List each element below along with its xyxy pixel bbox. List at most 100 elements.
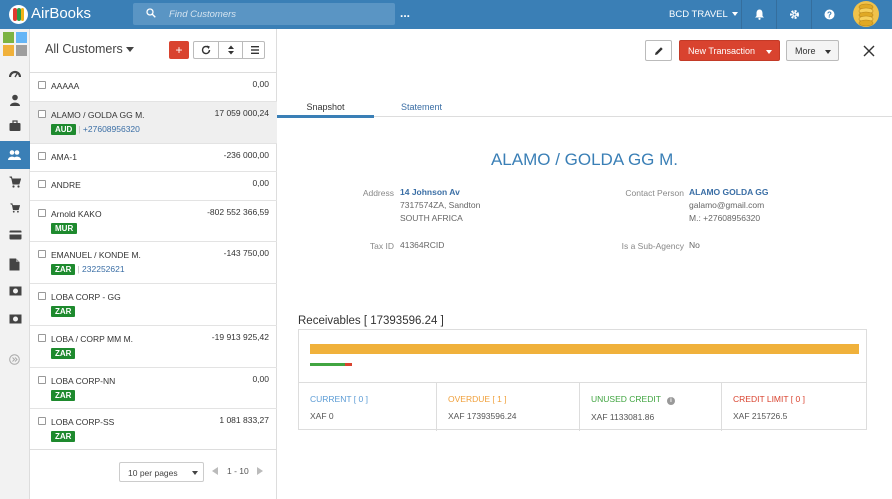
company-dropdown[interactable]: BCD TRAVEL xyxy=(669,9,738,20)
chevron-down-icon xyxy=(731,12,738,17)
search-icon xyxy=(146,8,156,18)
customer-name: LOBA CORP-NN xyxy=(51,376,116,386)
help-button[interactable]: ? xyxy=(811,0,845,29)
apps-grid-icon[interactable] xyxy=(3,32,27,56)
contact-email: galamo@gmail.com xyxy=(689,200,765,210)
app-logo[interactable] xyxy=(9,5,28,24)
refresh-button[interactable] xyxy=(194,42,218,58)
app-title[interactable]: AirBooks xyxy=(31,5,91,22)
chevron-down-icon xyxy=(192,471,198,475)
customers-icon xyxy=(8,150,21,160)
add-customer-button[interactable]: + xyxy=(169,41,189,59)
list-item[interactable]: LOBA / CORP MM M. -19 913 925,42 ZAR xyxy=(30,326,277,368)
customer-phone[interactable]: +27608956320 xyxy=(78,124,140,134)
customer-filter-dropdown[interactable]: All Customers xyxy=(45,42,134,56)
rail-briefcase[interactable] xyxy=(0,113,30,139)
top-bar: AirBooks ... BCD TRAVEL ? xyxy=(0,0,892,29)
row-checkbox[interactable] xyxy=(38,376,46,384)
search-options-button[interactable]: ... xyxy=(400,6,410,20)
new-transaction-button[interactable]: New Transaction xyxy=(679,40,780,61)
unused-credit-cell: UNUSED CREDIT i XAF 1133081.86 xyxy=(579,383,721,431)
list-tools xyxy=(193,41,265,59)
rail-customers[interactable] xyxy=(0,141,30,169)
current-cell: CURRENT [ 0 ] XAF 0 xyxy=(299,383,441,431)
row-checkbox[interactable] xyxy=(38,110,46,118)
list-item[interactable]: LOBA CORP-NN 0,00 ZAR xyxy=(30,368,277,409)
user-avatar-icon[interactable] xyxy=(849,0,884,29)
notifications-button[interactable] xyxy=(741,0,775,29)
dashboard-icon xyxy=(9,70,21,78)
tab-statement[interactable]: Statement xyxy=(401,102,442,112)
sort-button[interactable] xyxy=(218,42,242,58)
currency-badge: ZAR xyxy=(51,264,76,275)
list-item[interactable]: Arnold KAKO -802 552 366,59 MUR xyxy=(30,201,277,242)
currency-badge: ZAR xyxy=(51,431,76,442)
rail-sales[interactable] xyxy=(0,195,30,221)
row-checkbox[interactable] xyxy=(38,152,46,160)
row-checkbox[interactable] xyxy=(38,292,46,300)
list-item[interactable]: LOBA CORP-SS 1 081 833,27 ZAR xyxy=(30,409,277,451)
list-item[interactable]: AAAAA 0,00 xyxy=(30,73,277,102)
rail-user[interactable] xyxy=(0,87,30,113)
search-input[interactable] xyxy=(169,6,389,22)
currency-badge: ZAR xyxy=(51,390,76,401)
tab-snapshot[interactable]: Snapshot xyxy=(277,102,374,118)
rail-money[interactable] xyxy=(0,279,30,305)
more-button[interactable]: More xyxy=(786,40,839,61)
sub-agency-value: No xyxy=(689,240,700,250)
customer-name: EMANUEL / KONDE M. xyxy=(51,250,141,260)
contact-value: ALAMO GOLDA GG galamo@gmail.com M.: +276… xyxy=(689,186,768,225)
list-item[interactable]: ALAMO / GOLDA GG M. 17 059 000,24 AUD+27… xyxy=(30,102,277,144)
currency-badge: ZAR xyxy=(51,306,76,317)
rail-dashboard[interactable] xyxy=(0,61,30,87)
help-icon: ? xyxy=(824,9,835,20)
row-checkbox[interactable] xyxy=(38,250,46,258)
list-item[interactable]: ANDRE 0,00 xyxy=(30,172,277,201)
list-item[interactable]: LOBA CORP - GG ZAR xyxy=(30,284,277,326)
row-checkbox[interactable] xyxy=(38,334,46,342)
customer-name: ANDRE xyxy=(51,180,81,190)
contact-name[interactable]: ALAMO GOLDA GG xyxy=(689,186,768,199)
credit-card-icon xyxy=(9,230,22,240)
row-checkbox[interactable] xyxy=(38,209,46,217)
close-icon[interactable] xyxy=(862,44,876,58)
unused-credit-value: XAF 1133081.86 xyxy=(591,412,655,422)
receivables-mini-bar-green xyxy=(310,363,345,366)
rail-documents[interactable] xyxy=(0,251,30,277)
customer-balance: 17 059 000,24 xyxy=(214,108,269,118)
rail-money-2[interactable] xyxy=(0,307,30,333)
settings-button[interactable] xyxy=(776,0,810,29)
current-label: CURRENT [ 0 ] xyxy=(310,394,368,404)
row-checkbox[interactable] xyxy=(38,81,46,89)
edit-button[interactable] xyxy=(645,40,672,61)
row-checkbox[interactable] xyxy=(38,417,46,425)
row-checkbox[interactable] xyxy=(38,180,46,188)
rail-cart[interactable] xyxy=(0,169,30,195)
contact-mobile: M.: +27608956320 xyxy=(689,213,761,223)
rail-expand[interactable] xyxy=(0,347,30,373)
previous-page-icon[interactable] xyxy=(212,467,218,475)
list-item[interactable]: EMANUEL / KONDE M. -143 750,00 ZAR232252… xyxy=(30,242,277,284)
receivables-mini-bar-red xyxy=(345,363,352,366)
rail-payments[interactable] xyxy=(0,223,30,249)
pencil-icon xyxy=(655,47,663,55)
document-icon xyxy=(9,258,20,271)
search-box[interactable] xyxy=(133,3,395,25)
currency-badge: AUD xyxy=(51,124,77,135)
pagination: 10 per pages 1 - 10 xyxy=(30,449,277,499)
next-page-icon[interactable] xyxy=(257,467,263,475)
list-item[interactable]: AMA-1 -236 000,00 xyxy=(30,144,277,172)
receivables-title: Receivables [ 17393596.24 ] xyxy=(298,315,444,327)
customer-phone[interactable]: 232252621 xyxy=(77,264,124,274)
receivables-summary: CURRENT [ 0 ] XAF 0 OVERDUE [ 1 ] XAF 17… xyxy=(299,382,866,431)
currency-badge: MUR xyxy=(51,223,78,234)
gear-icon xyxy=(789,9,800,20)
chevron-down-icon xyxy=(766,50,772,54)
menu-button[interactable] xyxy=(242,42,266,58)
list-header: All Customers + xyxy=(30,29,277,73)
per-page-select[interactable]: 10 per pages xyxy=(119,462,204,482)
small-cart-icon xyxy=(10,203,20,213)
address-label: Address xyxy=(362,188,394,198)
customer-name: AAAAA xyxy=(51,81,80,91)
info-icon[interactable]: i xyxy=(666,397,675,405)
